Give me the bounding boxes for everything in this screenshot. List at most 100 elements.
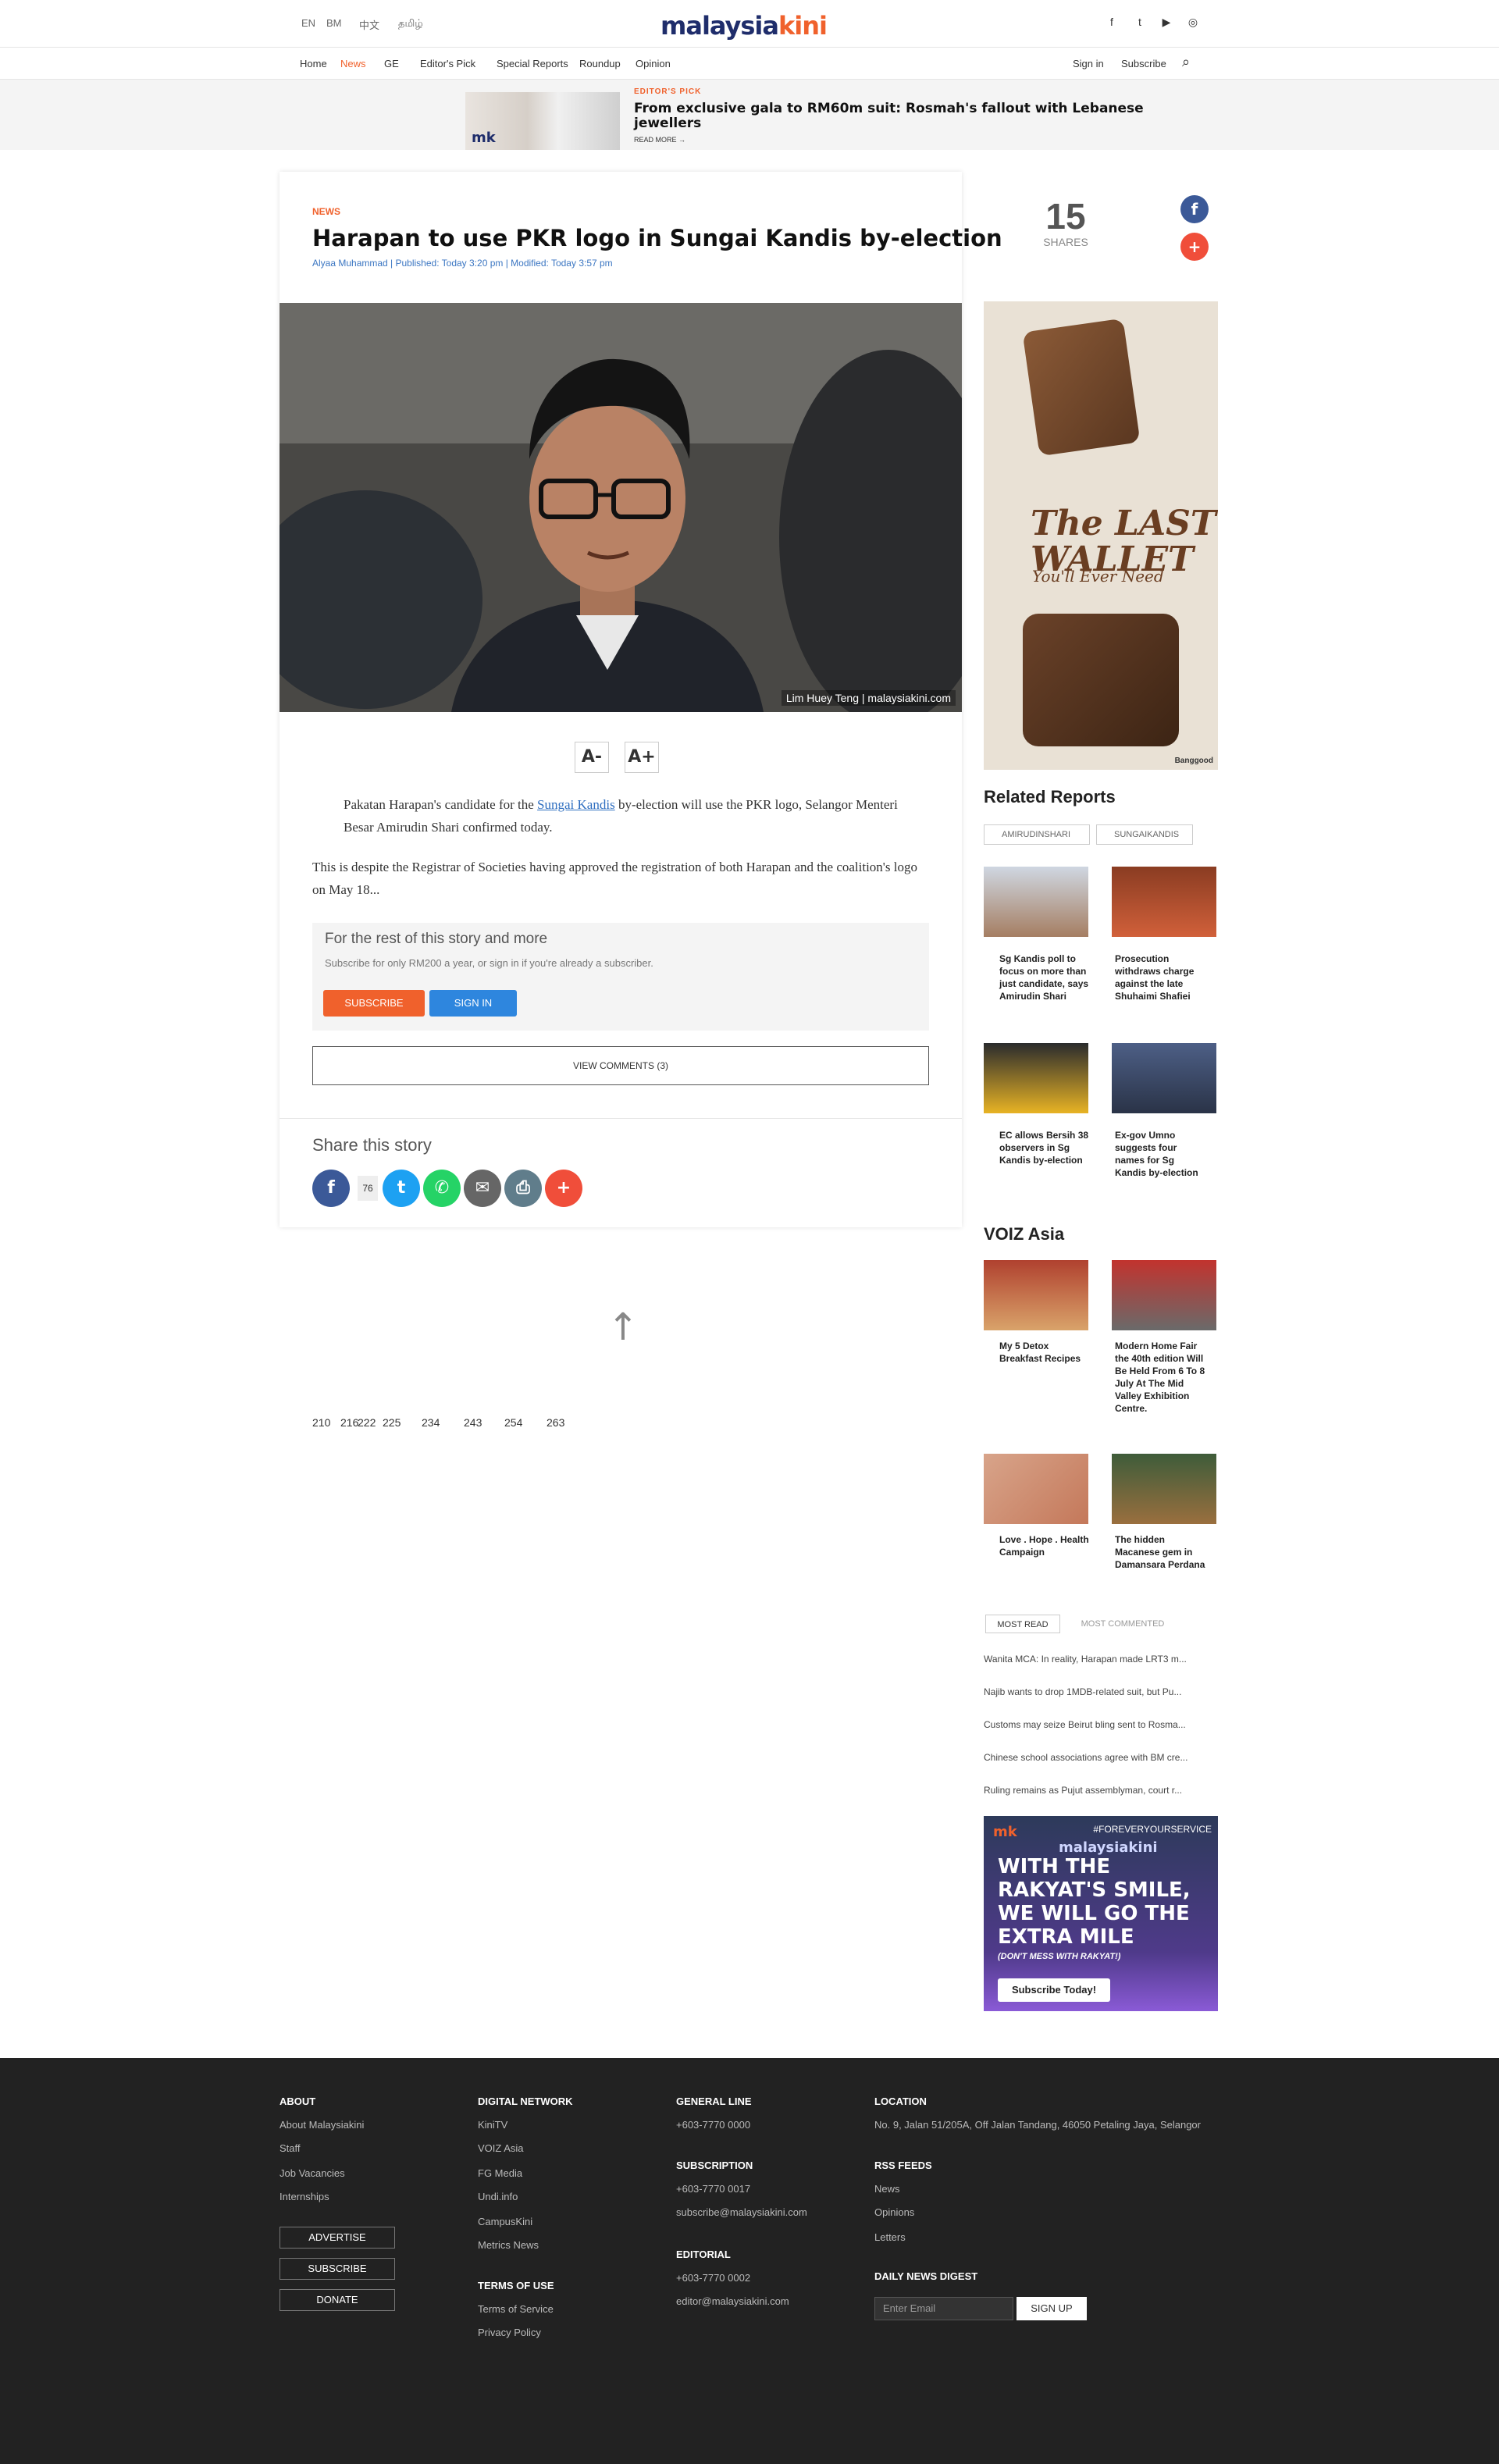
most-read-item[interactable]: Chinese school associations agree with B… xyxy=(984,1752,1187,1763)
sign-in-link[interactable]: Sign in xyxy=(1073,58,1104,69)
malaysiakini-subscribe-ad[interactable]: mk #FOREVERYOURSERVICE malaysiakini WITH… xyxy=(984,1816,1218,2011)
nav-special-reports[interactable]: Special Reports xyxy=(497,58,568,69)
lang-zh[interactable]: 中文 xyxy=(359,17,379,32)
advertise-button[interactable]: ADVERTISE xyxy=(280,2227,395,2249)
lang-ta[interactable]: தமிழ் xyxy=(398,17,423,30)
search-icon[interactable]: ⌕ xyxy=(1182,54,1190,70)
lang-bm[interactable]: BM xyxy=(326,17,342,29)
youtube-icon[interactable]: ▶ xyxy=(1159,16,1174,29)
footer-email-link[interactable]: subscribe@malaysiakini.com xyxy=(676,2206,807,2218)
sungai-kandis-link[interactable]: Sungai Kandis xyxy=(537,797,615,812)
tag-amirudinshari[interactable]: AMIRUDINSHARI xyxy=(984,824,1090,845)
editors-pick-title[interactable]: From exclusive gala to RM60m suit: Rosma… xyxy=(634,101,1180,131)
lang-en[interactable]: EN xyxy=(301,17,315,29)
paywall-subscribe-button[interactable]: SUBSCRIBE xyxy=(323,990,425,1017)
most-read-item[interactable]: Wanita MCA: In reality, Harapan made LRT… xyxy=(984,1654,1187,1665)
related-thumbnail[interactable] xyxy=(1112,867,1216,937)
editors-pick-thumbnail[interactable]: mk xyxy=(465,92,620,150)
footer-link[interactable]: Privacy Policy xyxy=(478,2327,541,2338)
related-thumbnail[interactable] xyxy=(984,867,1088,937)
editors-pick-read-more[interactable]: READ MORE → xyxy=(634,136,685,144)
footer-phone[interactable]: +603-7770 0017 xyxy=(676,2183,750,2195)
related-item-title[interactable]: Sg Kandis poll to focus on more than jus… xyxy=(999,952,1091,1002)
tab-most-commented[interactable]: MOST COMMENTED xyxy=(1066,1615,1179,1633)
nav-opinion[interactable]: Opinion xyxy=(636,58,671,69)
nav-editors-pick[interactable]: Editor's Pick xyxy=(420,58,475,69)
view-comments-button[interactable]: VIEW COMMENTS (3) xyxy=(312,1046,929,1085)
nav-news[interactable]: News xyxy=(340,58,366,69)
footer-subscribe-button[interactable]: SUBSCRIBE xyxy=(280,2258,395,2280)
share-facebook-icon[interactable]: f xyxy=(312,1170,350,1207)
footer-link[interactable]: Staff xyxy=(280,2142,301,2154)
tag-sungaikandis[interactable]: SUNGAIKANDIS xyxy=(1096,824,1193,845)
footer-link[interactable]: Undi.info xyxy=(478,2191,518,2202)
pagination-link[interactable]: 254 xyxy=(504,1416,522,1429)
footer-link[interactable]: News xyxy=(874,2183,900,2195)
related-item-title[interactable]: Ex-gov Umno suggests four names for Sg K… xyxy=(1115,1129,1207,1179)
most-read-item[interactable]: Najib wants to drop 1MDB-related suit, b… xyxy=(984,1686,1181,1697)
pagination-link[interactable]: 222 xyxy=(358,1416,376,1429)
more-share-icon[interactable]: + xyxy=(1180,233,1209,261)
footer-link[interactable]: CampusKini xyxy=(478,2216,532,2227)
related-item-title[interactable]: EC allows Bersih 38 observers in Sg Kand… xyxy=(999,1129,1091,1166)
most-read-item[interactable]: Customs may seize Beirut bling sent to R… xyxy=(984,1719,1186,1730)
nav-home[interactable]: Home xyxy=(300,58,327,69)
voiz-item-title[interactable]: The hidden Macanese gem in Damansara Per… xyxy=(1115,1533,1207,1571)
pagination-link[interactable]: 210 xyxy=(312,1416,330,1429)
footer-link[interactable]: About Malaysiakini xyxy=(280,2119,364,2131)
most-read-item[interactable]: Ruling remains as Pujut assemblyman, cou… xyxy=(984,1785,1182,1796)
ad-subscribe-button[interactable]: Subscribe Today! xyxy=(998,1978,1110,2002)
article-category[interactable]: NEWS xyxy=(312,206,340,217)
voiz-thumbnail[interactable] xyxy=(984,1260,1088,1330)
pagination-link[interactable]: 234 xyxy=(422,1416,440,1429)
footer-phone[interactable]: +603-7770 0002 xyxy=(676,2272,750,2284)
nav-ge[interactable]: GE xyxy=(384,58,399,69)
share-count-label: SHARES xyxy=(1043,236,1088,248)
site-logo[interactable]: malaysiakini xyxy=(660,11,846,42)
related-item-title[interactable]: Prosecution withdraws charge against the… xyxy=(1115,952,1207,1002)
wallet-advertisement[interactable]: The LAST WALLET You'll Ever Need Banggood xyxy=(984,301,1218,770)
footer-link[interactable]: KiniTV xyxy=(478,2119,507,2131)
facebook-icon[interactable]: f xyxy=(1104,16,1120,28)
footer-link[interactable]: FG Media xyxy=(478,2167,522,2179)
footer-link[interactable]: Internships xyxy=(280,2191,329,2202)
related-thumbnail[interactable] xyxy=(1112,1043,1216,1113)
footer-link[interactable]: Opinions xyxy=(874,2206,914,2218)
voiz-item-title[interactable]: Modern Home Fair the 40th edition Will B… xyxy=(1115,1340,1207,1415)
newsletter-email-input[interactable]: Enter Email xyxy=(874,2297,1013,2320)
nav-roundup[interactable]: Roundup xyxy=(579,58,621,69)
instagram-icon[interactable]: ◎ xyxy=(1185,16,1201,29)
voiz-thumbnail[interactable] xyxy=(1112,1260,1216,1330)
voiz-item-title[interactable]: Love . Hope . Health Campaign xyxy=(999,1533,1091,1558)
pagination-link[interactable]: 243 xyxy=(464,1416,482,1429)
tab-most-read[interactable]: MOST READ xyxy=(985,1615,1060,1633)
footer-link[interactable]: Letters xyxy=(874,2231,906,2243)
footer-phone[interactable]: +603-7770 0000 xyxy=(676,2119,750,2131)
footer-link[interactable]: Metrics News xyxy=(478,2239,539,2251)
voiz-thumbnail[interactable] xyxy=(984,1454,1088,1524)
voiz-thumbnail[interactable] xyxy=(1112,1454,1216,1524)
font-increase-button[interactable]: A+ xyxy=(625,742,659,773)
share-print-icon[interactable]: ⎙ xyxy=(504,1170,542,1207)
share-twitter-icon[interactable]: t xyxy=(383,1170,420,1207)
related-thumbnail[interactable] xyxy=(984,1043,1088,1113)
twitter-icon[interactable]: t xyxy=(1132,16,1148,28)
footer-link[interactable]: VOIZ Asia xyxy=(478,2142,524,2154)
pagination-link[interactable]: 225 xyxy=(383,1416,401,1429)
pagination-link[interactable]: 216 xyxy=(340,1416,358,1429)
footer-link[interactable]: Job Vacancies xyxy=(280,2167,345,2179)
donate-button[interactable]: DONATE xyxy=(280,2289,395,2311)
subscribe-link[interactable]: Subscribe xyxy=(1121,58,1166,69)
font-decrease-button[interactable]: A- xyxy=(575,742,609,773)
pagination-link[interactable]: 263 xyxy=(547,1416,564,1429)
paywall-sign-in-button[interactable]: SIGN IN xyxy=(429,990,517,1017)
facebook-share-icon[interactable]: f xyxy=(1180,195,1209,223)
footer-email-link[interactable]: editor@malaysiakini.com xyxy=(676,2295,789,2307)
newsletter-sign-up-button[interactable]: SIGN UP xyxy=(1017,2297,1087,2320)
share-whatsapp-icon[interactable]: ✆ xyxy=(423,1170,461,1207)
share-more-icon[interactable]: + xyxy=(545,1170,582,1207)
footer-link[interactable]: Terms of Service xyxy=(478,2303,554,2315)
voiz-item-title[interactable]: My 5 Detox Breakfast Recipes xyxy=(999,1340,1091,1365)
share-email-icon[interactable]: ✉ xyxy=(464,1170,501,1207)
back-to-top-icon[interactable]: ↑ xyxy=(601,1305,645,1352)
